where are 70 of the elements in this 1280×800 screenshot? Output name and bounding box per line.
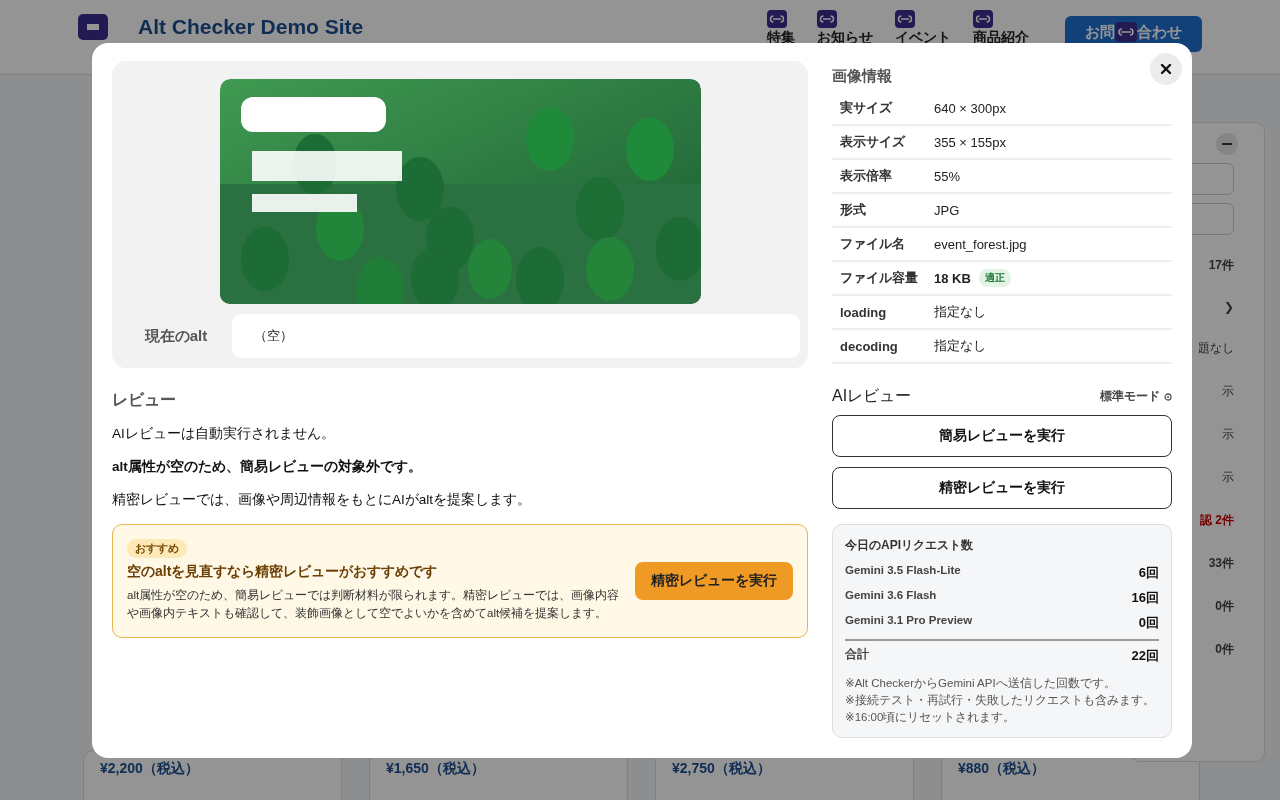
panel-text: 0件 xyxy=(1215,641,1234,658)
card-title: 今日のAPIリクエスト数 xyxy=(845,537,974,554)
site-title[interactable]: Alt Checker Demo Site xyxy=(138,15,364,39)
info-label: 表示サイズ xyxy=(840,133,907,151)
info-value: 355 × 155px xyxy=(934,134,1006,150)
model-name: Gemini 3.5 Flash-Lite xyxy=(845,564,961,578)
model-name: Gemini 3.6 Flash xyxy=(845,589,937,603)
run-review-button[interactable]: 精密レビューを実行 xyxy=(832,467,1172,509)
panel-text: 17件 xyxy=(1208,257,1234,274)
status-badge: 適正 xyxy=(978,269,1011,287)
product-price: ¥1,650（税込） xyxy=(386,760,485,776)
section-heading: 画像情報 xyxy=(832,67,892,86)
review-text: alt属性が空のため、簡易レビューの対象外です。 xyxy=(112,458,423,476)
mode-link[interactable]: 標準モード xyxy=(1100,388,1172,405)
panel-text: 示 xyxy=(1222,469,1234,486)
info-value: JPG xyxy=(934,202,960,218)
close-icon xyxy=(1160,63,1172,75)
note-text: ※Alt CheckerからGemini APIへ送信した回数です。 xyxy=(845,676,1117,691)
collapse-button[interactable] xyxy=(1216,133,1238,155)
recommendation-text: alt属性が空のため、簡易レビューでは判断材料が限られます。精密レビューでは、画像内容や画像内テキストも確認して、装飾画像として空でよいかを含めてalt候補を提案します。 xyxy=(127,588,621,622)
info-label: ファイル容量 xyxy=(840,269,919,287)
section-heading: AIレビュー xyxy=(832,386,912,406)
link-icon xyxy=(817,10,837,28)
chevron-icon[interactable]: ❯ xyxy=(1223,300,1234,314)
request-count: 0回 xyxy=(1138,614,1159,632)
request-count: 22回 xyxy=(1131,647,1159,665)
total-label: 合計 xyxy=(845,647,869,662)
request-count: 16回 xyxy=(1131,589,1159,607)
product-price: ¥2,200（税込） xyxy=(100,760,199,776)
panel-text: 示 xyxy=(1222,383,1234,400)
section-heading: レビュー xyxy=(112,390,177,410)
request-count: 6回 xyxy=(1138,564,1159,582)
recommend-badge: おすすめ xyxy=(127,539,187,558)
note-text: ※16:00頃にリセットされます。 xyxy=(845,710,1017,725)
note-text: ※接続テスト・再試行・失敗したリクエストも含みます。 xyxy=(845,693,1156,708)
heading-badge-icon xyxy=(78,14,108,40)
link-icon xyxy=(767,10,787,28)
alt-label: 現在のalt xyxy=(143,326,209,346)
panel-text: 示 xyxy=(1222,426,1234,443)
run-review-button[interactable]: 簡易レビューを実行 xyxy=(832,415,1172,457)
panel-text: 認 2件 xyxy=(1200,512,1234,529)
info-label: loading xyxy=(840,304,888,320)
info-value: 18 KB xyxy=(934,270,971,286)
info-label: 実サイズ xyxy=(840,99,894,117)
info-value: 指定なし xyxy=(934,303,986,321)
product-price: ¥2,750（税込） xyxy=(672,760,771,776)
recommendation-title: 空のaltを見直すなら精密レビューがおすすめです xyxy=(127,563,438,581)
gear-icon xyxy=(1164,392,1172,401)
panel-text: 33件 xyxy=(1208,555,1234,572)
info-value: 55% xyxy=(934,168,961,184)
info-value: event_forest.jpg xyxy=(934,236,1027,252)
nav-link[interactable]: 特集 xyxy=(767,29,795,47)
panel-text: 0件 xyxy=(1215,598,1234,615)
panel-text: 題なし xyxy=(1198,340,1234,357)
review-text: 精密レビューでは、画像や周辺情報をもとにAIがaltを提案します。 xyxy=(112,491,532,509)
info-value: 指定なし xyxy=(934,337,986,355)
info-label: 表示倍率 xyxy=(840,167,893,185)
product-price: ¥880（税込） xyxy=(958,760,1046,776)
alt-value-field: （空） xyxy=(232,314,800,358)
review-text: AIレビューは自動実行されません。 xyxy=(112,425,336,443)
link-icon xyxy=(895,10,915,28)
run-review-button[interactable]: 精密レビューを実行 xyxy=(635,561,793,600)
info-label: ファイル名 xyxy=(840,235,906,253)
minus-icon xyxy=(1222,143,1232,145)
close-button[interactable] xyxy=(1150,53,1182,85)
info-label: decoding xyxy=(840,338,899,354)
link-icon xyxy=(973,10,993,28)
info-value: 640 × 300px xyxy=(934,100,1006,116)
model-name: Gemini 3.1 Pro Preview xyxy=(845,614,973,628)
info-label: 形式 xyxy=(840,201,867,219)
